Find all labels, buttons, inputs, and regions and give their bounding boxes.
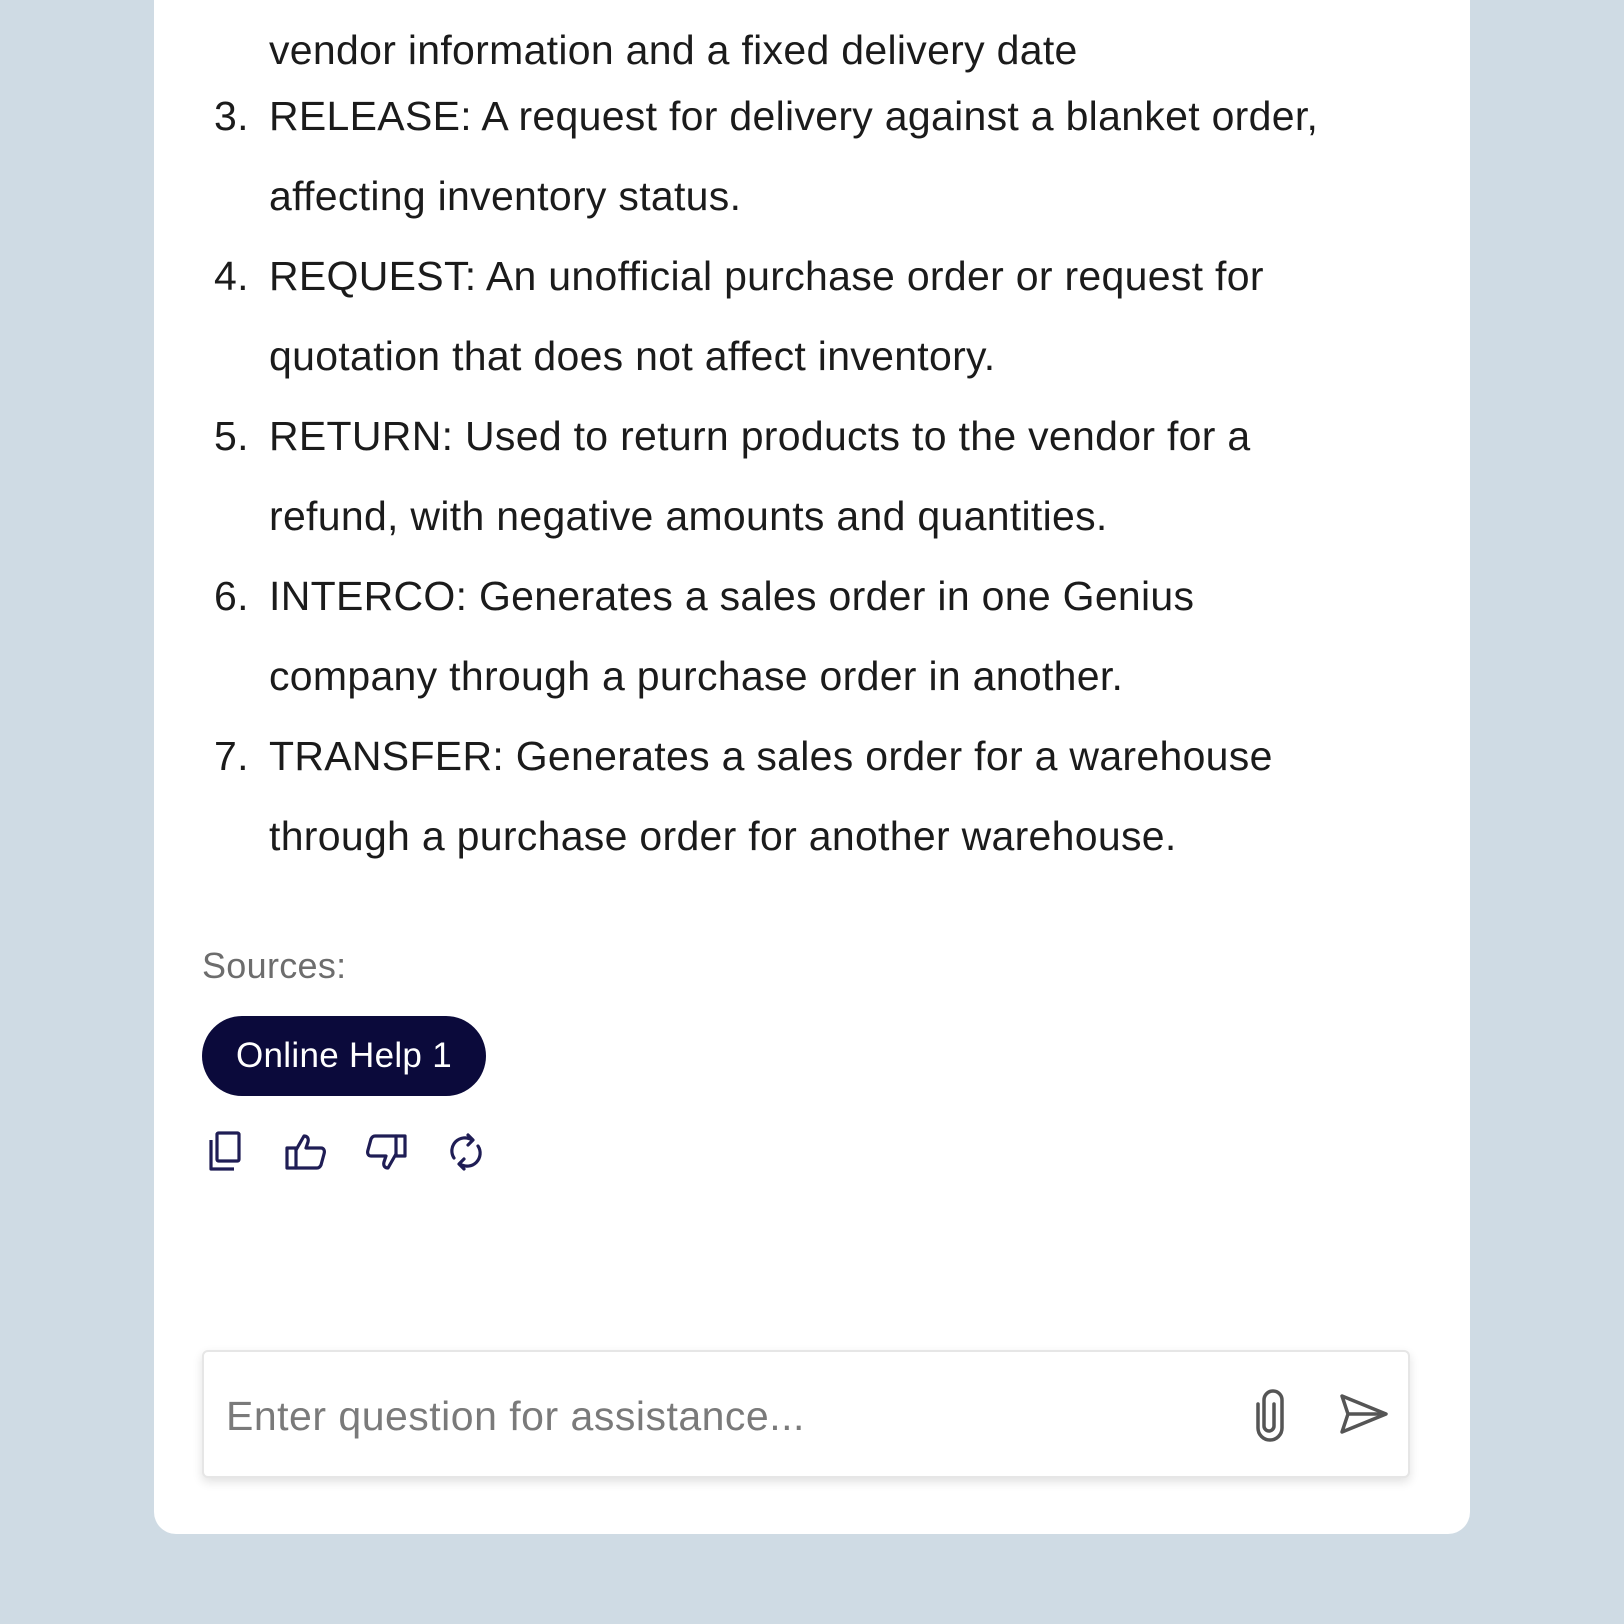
- question-input[interactable]: [224, 1380, 1188, 1452]
- copy-button[interactable]: [202, 1128, 250, 1176]
- composer: [202, 1350, 1410, 1478]
- list-item-number: 5.: [214, 413, 249, 459]
- list-item-line: INTERCO: Generates a sales order in one …: [269, 573, 1195, 619]
- list-item-line: through a purchase order for another war…: [269, 813, 1177, 859]
- list-item-line: RELEASE: A request for delivery against …: [269, 93, 1319, 139]
- list-item-number: 6.: [214, 573, 249, 619]
- list-item-number: 3.: [214, 93, 249, 139]
- list-item-number: 4.: [214, 253, 249, 299]
- list-item-line: refund, with negative amounts and quanti…: [269, 493, 1108, 539]
- list-item-line: company through a purchase order in anot…: [269, 653, 1124, 699]
- send-icon: [1340, 1394, 1388, 1434]
- copy-icon: [209, 1131, 241, 1171]
- regenerate-button[interactable]: [442, 1128, 490, 1176]
- list-item: 7. TRANSFER: Generates a sales order for…: [214, 716, 1444, 876]
- sources-label: Sources:: [202, 945, 347, 986]
- thumbs-up-button[interactable]: [282, 1128, 330, 1176]
- list-item-line: TRANSFER: Generates a sales order for a …: [269, 733, 1273, 779]
- thumbs-down-icon: [366, 1134, 407, 1170]
- list-item-number: 7.: [214, 733, 249, 779]
- list-item: 4. REQUEST: An unofficial purchase order…: [214, 236, 1444, 396]
- attach-button[interactable]: [1244, 1384, 1304, 1444]
- list-item-line: REQUEST: An unofficial purchase order or…: [269, 253, 1264, 299]
- list-item: 6. INTERCO: Generates a sales order in o…: [214, 556, 1444, 716]
- list-item: 3. RELEASE: A request for delivery again…: [214, 76, 1444, 236]
- send-button[interactable]: [1334, 1384, 1394, 1444]
- thumbs-up-icon: [285, 1134, 326, 1170]
- source-chip-online-help[interactable]: Online Help 1: [202, 1016, 486, 1096]
- list-item-line: affecting inventory status.: [269, 173, 742, 219]
- list-item-line: RETURN: Used to return products to the v…: [269, 413, 1251, 459]
- regenerate-icon: [450, 1133, 482, 1171]
- answer-list: 3. RELEASE: A request for delivery again…: [214, 76, 1444, 876]
- answer-continuation-line: vendor information and a fixed delivery …: [269, 27, 1078, 73]
- list-item-line: quotation that does not affect inventory…: [269, 333, 996, 379]
- list-item: 5. RETURN: Used to return products to th…: [214, 396, 1444, 556]
- thumbs-down-button[interactable]: [362, 1128, 410, 1176]
- message-actions: [202, 1128, 490, 1176]
- paperclip-icon: [1256, 1389, 1284, 1442]
